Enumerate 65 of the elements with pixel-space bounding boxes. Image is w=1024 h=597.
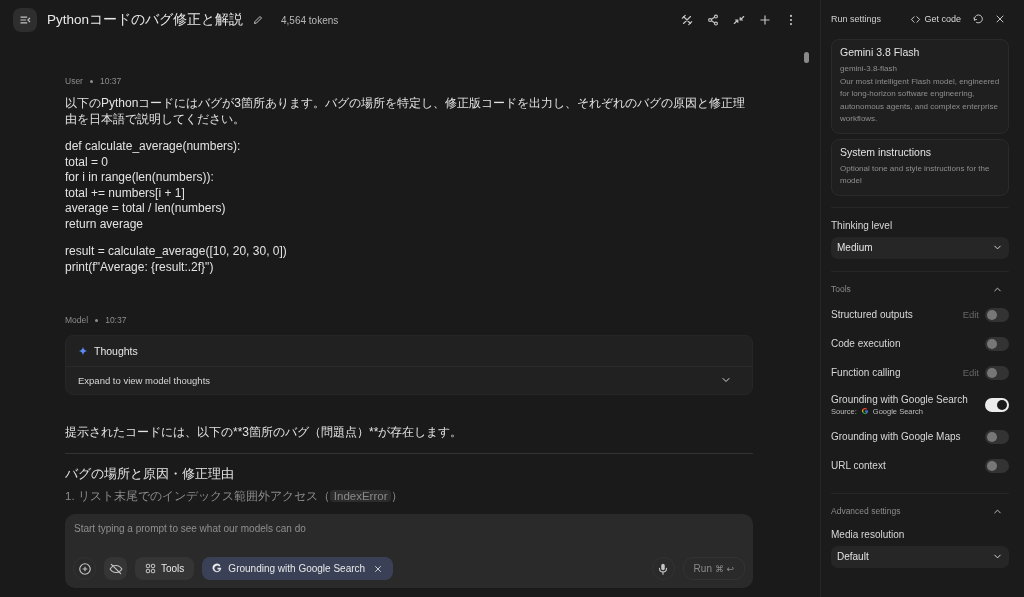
sidebar-toggle-icon xyxy=(18,13,32,27)
add-icon xyxy=(77,561,92,576)
list-item-text: 1. リスト末尾でのインデックス範囲外アクセス（ IndexError ） xyxy=(65,488,405,504)
panel-title: Run settings xyxy=(831,14,882,24)
thoughts-title: Thoughts xyxy=(94,345,138,357)
tool-label: Grounding with Google Search xyxy=(831,393,969,405)
message-time: 10:37 xyxy=(105,315,127,325)
toggle-switch[interactable] xyxy=(985,429,1009,444)
system-instructions-card[interactable]: System instructions Optional tone and style instructions for the model xyxy=(831,138,1009,196)
message-text: def calculate_average(numbers): total = 0 for i in range(len(numbers)): total += numbers[i + 1] average = total / len(numbers) return average xyxy=(65,139,242,232)
toggle-switch[interactable] xyxy=(985,307,1009,322)
grounding-chip[interactable]: Grounding with Google Search xyxy=(202,557,394,580)
field-label: Thinking level xyxy=(831,219,894,231)
media-resolution-select[interactable]: Default xyxy=(831,545,1009,568)
google-icon xyxy=(860,407,869,415)
sparkle-icon xyxy=(78,346,88,356)
get-code-button[interactable]: Get code xyxy=(910,13,961,25)
card-hint: Optional tone and style instructions for the model xyxy=(840,162,991,187)
compare-icon xyxy=(732,13,746,27)
prompt-input[interactable]: Start typing a prompt to see what our models can do xyxy=(73,523,745,539)
tools-icon xyxy=(680,13,694,27)
close-icon xyxy=(994,13,1006,25)
expand-thoughts-button[interactable]: Expand to view model thoughts xyxy=(66,367,752,394)
code-icon xyxy=(910,13,922,25)
section-heading: バグの場所と原因・修正理由 xyxy=(65,465,235,483)
message-time: 10:37 xyxy=(99,76,122,86)
toggle-switch[interactable] xyxy=(985,365,1009,380)
separator-dot xyxy=(89,79,93,83)
field-label: Media resolution xyxy=(831,528,906,540)
chat-title: Pythonコードのバグ修正と解説 xyxy=(47,11,244,29)
message-role: Model xyxy=(65,315,89,325)
tool-label: Code execution xyxy=(831,338,902,349)
tool-label: Grounding with Google Maps xyxy=(831,431,962,442)
close-icon[interactable] xyxy=(373,563,384,574)
tools-chip[interactable]: Tools xyxy=(135,557,195,580)
share-icon xyxy=(706,13,720,27)
separator-dot xyxy=(95,318,99,322)
model-name: Gemini 3.8 Flash xyxy=(840,46,921,58)
toggle-switch[interactable] xyxy=(985,458,1009,473)
google-icon xyxy=(212,563,224,574)
hide-icon xyxy=(108,561,123,576)
message-text: result = calculate_average([10, 20, 30, 0]) print(f"Average: {result:.2f}") xyxy=(65,244,288,275)
model-id: gemini-3.8-flash xyxy=(840,63,898,75)
model-description: Our most intelligent Flash model, engineered for long-horizon software engineering, autonomous agents, and complex enterprise workflows. xyxy=(840,75,1000,125)
sidebar-toggle-button[interactable] xyxy=(13,8,37,32)
message-text: 以下のPythonコードにはバグが3箇所あります。バグの場所を特定し、修正版コードを出力し、それぞれのバグの原因と修正理由を日本語で説明してください。 xyxy=(65,96,747,127)
toggle-switch[interactable] xyxy=(985,336,1009,351)
section-toggle[interactable]: Tools xyxy=(831,283,1009,295)
reset-icon xyxy=(972,13,984,25)
tool-label: URL context xyxy=(831,460,887,471)
grid-icon xyxy=(145,563,156,574)
message-role: User xyxy=(65,76,83,86)
section-toggle[interactable]: Advanced settings xyxy=(831,505,1009,517)
model-card[interactable]: Gemini 3.8 Flash gemini-3.8-flash Our most intelligent Flash model, engineered for long-horizon software engineering, autonomous agents, and complex enterprise workflows. xyxy=(831,39,1009,134)
tool-label: Function calling xyxy=(831,367,902,378)
new-chat-icon xyxy=(758,13,772,27)
scrollbar-thumb[interactable] xyxy=(804,52,809,63)
toggle-switch[interactable] xyxy=(985,397,1009,412)
message-text: 提示されたコードには、以下の**3箇所のバグ（問題点）**が存在します。 xyxy=(65,425,464,441)
tool-label: Structured outputs xyxy=(831,309,914,320)
card-title: System instructions xyxy=(840,145,933,158)
token-count: 4,564 tokens xyxy=(281,14,339,26)
hide-button[interactable] xyxy=(104,557,127,580)
thinking-level-select[interactable]: Medium xyxy=(831,236,1009,259)
rename-icon xyxy=(252,14,265,26)
